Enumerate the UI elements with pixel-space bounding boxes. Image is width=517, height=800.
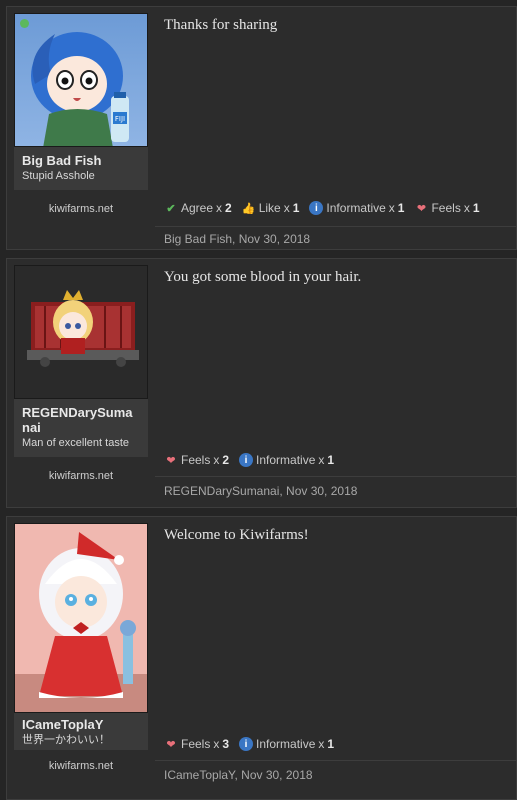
reaction-count: 1 — [472, 201, 480, 215]
reaction-agree[interactable]: ✔ Agree x 2 — [164, 201, 232, 215]
user-block: REGENDarySumanai Man of excellent taste — [14, 399, 148, 457]
avatar[interactable] — [14, 523, 148, 713]
reaction-x: x — [213, 737, 220, 751]
reactions-bar[interactable]: ✔ Agree x 2 👍 Like x 1 i Informative x 1 ❤ F… — [164, 201, 508, 215]
user-block: Big Bad Fish Stupid Asshole — [14, 147, 148, 190]
post-message: You got some blood in your hair. — [164, 269, 362, 285]
post-2: REGENDarySumanai Man of excellent taste … — [6, 258, 517, 508]
heart-icon: ❤ — [416, 202, 427, 215]
heart-icon: ❤ — [166, 738, 176, 751]
info-icon: i — [239, 737, 254, 751]
avatar-image — [15, 532, 147, 712]
reaction-count: 1 — [292, 201, 300, 215]
post-message: Thanks for sharing — [164, 17, 278, 33]
reactions-bar[interactable]: ❤ Feels x 3 i Informative x 1 — [164, 737, 508, 751]
reaction-count: 1 — [397, 201, 405, 215]
avatar-image — [27, 290, 139, 367]
reaction-x: x — [216, 201, 223, 215]
reaction-feels[interactable]: ❤ Feels x 2 — [164, 453, 229, 467]
post-1: FIJI Big Bad Fish Stupid Asshole kiwifar… — [6, 6, 517, 250]
reaction-label: Informative — [326, 201, 386, 215]
reaction-x: x — [213, 453, 220, 467]
user-info: FIJI Big Bad Fish Stupid Asshole kiwifar… — [14, 13, 148, 215]
reactions-bar[interactable]: ❤ Feels x 2 i Informative x 1 — [164, 453, 508, 467]
reaction-label: Like — [258, 201, 281, 215]
reaction-count: 2 — [222, 453, 230, 467]
reaction-label: Feels — [181, 737, 211, 751]
reaction-x: x — [283, 201, 290, 215]
reaction-x: x — [318, 453, 325, 467]
user-site: kiwifarms.net — [48, 203, 114, 215]
username[interactable]: REGENDarySumanai — [22, 405, 140, 435]
reaction-informative[interactable]: i Informative x 1 — [309, 201, 404, 215]
avatar-bottle-label: FIJI — [115, 115, 125, 123]
reaction-feels[interactable]: ❤ Feels x 1 — [414, 201, 480, 215]
check-icon: ✔ — [166, 202, 176, 215]
post-message: Welcome to Kiwifarms! — [164, 527, 309, 543]
user-site: kiwifarms.net — [48, 760, 114, 772]
post-3: ICameToplaY 世界一かわいい！ kiwifarms.net Welco… — [6, 516, 517, 800]
reaction-label: Feels — [181, 453, 211, 467]
post-byline[interactable]: ICameToplaY, Nov 30, 2018 — [164, 768, 313, 782]
user-info: REGENDarySumanai Man of excellent taste … — [14, 265, 148, 482]
reaction-x: x — [463, 201, 470, 215]
user-title: Stupid Asshole — [22, 170, 95, 182]
reaction-count: 1 — [327, 737, 335, 751]
avatar[interactable]: FIJI — [14, 13, 148, 147]
thumbs-up-icon: 👍 — [241, 202, 256, 215]
username[interactable]: ICameToplaY — [22, 717, 140, 732]
reaction-count: 2 — [225, 201, 232, 215]
avatar[interactable] — [14, 265, 148, 399]
post-divider — [155, 760, 516, 761]
reaction-x: x — [318, 737, 325, 751]
post-divider — [155, 476, 516, 477]
avatar-image: FIJI — [31, 32, 129, 146]
reaction-x: x — [388, 201, 395, 215]
reaction-label: Informative — [256, 737, 316, 751]
reaction-count: 3 — [222, 737, 230, 751]
reaction-informative[interactable]: i Informative x 1 — [239, 737, 334, 751]
reaction-like[interactable]: 👍 Like x 1 — [242, 201, 300, 215]
reaction-label: Feels — [431, 201, 461, 215]
username[interactable]: Big Bad Fish — [22, 153, 140, 168]
online-indicator — [20, 19, 29, 28]
user-block: ICameToplaY 世界一かわいい！ — [14, 713, 148, 750]
post-byline[interactable]: REGENDarySumanai, Nov 30, 2018 — [164, 484, 357, 498]
user-title: 世界一かわいい！ — [22, 734, 110, 746]
info-icon: i — [239, 453, 254, 467]
reaction-informative[interactable]: i Informative x 1 — [239, 453, 334, 467]
user-site: kiwifarms.net — [48, 470, 114, 482]
reaction-count: 1 — [327, 453, 335, 467]
user-info: ICameToplaY 世界一かわいい！ kiwifarms.net — [14, 523, 148, 772]
info-icon: i — [309, 201, 324, 215]
post-divider — [155, 226, 516, 227]
post-byline[interactable]: Big Bad Fish, Nov 30, 2018 — [164, 232, 310, 246]
reaction-label: Agree — [181, 201, 214, 215]
heart-icon: ❤ — [166, 454, 176, 467]
reaction-feels[interactable]: ❤ Feels x 3 — [164, 737, 229, 751]
reaction-label: Informative — [256, 453, 316, 467]
user-title: Man of excellent taste — [22, 437, 130, 449]
